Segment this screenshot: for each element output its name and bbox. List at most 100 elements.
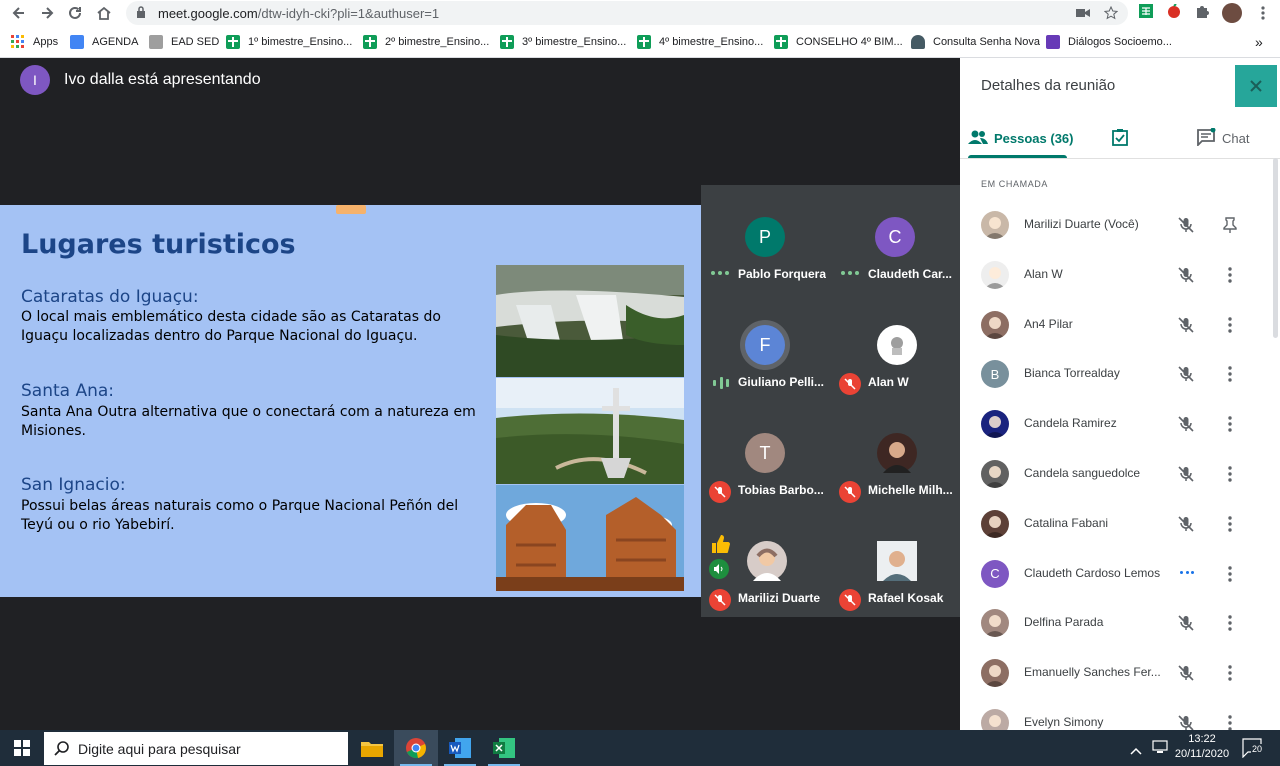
participant-tile[interactable]: Michelle Milh... bbox=[831, 401, 961, 509]
participant-tile[interactable]: C Claudeth Car... bbox=[831, 185, 961, 293]
mic-off-icon bbox=[1176, 364, 1196, 384]
tomato-extension-icon[interactable] bbox=[1167, 3, 1185, 22]
classroom-icon bbox=[637, 35, 651, 49]
participant-name: Delfina Parada bbox=[1024, 615, 1104, 630]
participant-tile[interactable]: Alan W bbox=[831, 293, 961, 401]
address-bar[interactable]: meet.google.com/dtw-idyh-cki?pli=1&authu… bbox=[126, 1, 1128, 25]
participant-tile[interactable]: F Giuliano Pelli... bbox=[701, 293, 831, 401]
participant-avatar bbox=[981, 659, 1009, 688]
bookmark-label: 2º bimestre_Ensino... bbox=[385, 36, 490, 48]
more-options-icon[interactable] bbox=[1220, 564, 1240, 584]
tab-activities[interactable] bbox=[1111, 118, 1129, 158]
reload-icon[interactable] bbox=[64, 2, 86, 24]
bookmark-apps[interactable]: Apps bbox=[11, 33, 58, 51]
search-placeholder: Digite aqui para pesquisar bbox=[78, 740, 241, 757]
participant-tile[interactable]: T Tobias Barbo... bbox=[701, 401, 831, 509]
back-arrow-icon[interactable] bbox=[8, 2, 30, 24]
camera-icon[interactable] bbox=[1074, 4, 1092, 22]
search-icon bbox=[54, 740, 70, 759]
tab-chat[interactable]: Chat bbox=[1196, 118, 1249, 158]
more-options-icon[interactable] bbox=[1220, 414, 1240, 434]
chrome-taskbar-icon[interactable] bbox=[394, 730, 438, 766]
pin-icon[interactable] bbox=[1220, 215, 1240, 235]
bookmark-consulta-senha[interactable]: Consulta Senha Nova bbox=[911, 33, 1040, 51]
tray-chevron-icon[interactable] bbox=[1130, 742, 1144, 755]
page-icon bbox=[149, 35, 163, 49]
mic-off-icon bbox=[839, 373, 861, 395]
url-host: meet.google.com bbox=[158, 5, 258, 21]
participant-tiles: P Pablo Forquera C Claudeth Car... F Giu… bbox=[701, 185, 960, 617]
speaker-icon bbox=[709, 559, 729, 579]
participant-tile[interactable]: P Pablo Forquera bbox=[701, 185, 831, 293]
participant-avatar bbox=[981, 460, 1009, 488]
waterfall-image bbox=[496, 265, 684, 377]
ruins-image bbox=[496, 485, 684, 591]
taskbar-search-input[interactable]: Digite aqui para pesquisar bbox=[44, 732, 348, 765]
participant-name: Catalina Fabani bbox=[1024, 515, 1109, 530]
bookmark-dialogos[interactable]: Diálogos Socioemo... bbox=[1046, 33, 1172, 51]
participant-avatar bbox=[981, 609, 1009, 638]
notification-center-icon[interactable]: 20 bbox=[1242, 738, 1266, 759]
bookmark-agenda[interactable]: AGENDA bbox=[70, 33, 138, 51]
slide-extension-badge bbox=[336, 205, 366, 214]
home-icon[interactable] bbox=[93, 2, 115, 24]
participant-name: Michelle Milh... bbox=[868, 483, 953, 497]
mic-off-icon bbox=[1176, 315, 1196, 335]
word-icon[interactable] bbox=[438, 730, 482, 766]
more-options-icon[interactable] bbox=[1220, 315, 1240, 335]
participant-name: Claudeth Car... bbox=[868, 267, 953, 281]
sheets-extension-icon[interactable] bbox=[1139, 4, 1157, 22]
bookmark-3-bimestre[interactable]: 3º bimestre_Ensino... bbox=[500, 33, 626, 51]
close-icon[interactable] bbox=[1235, 65, 1277, 107]
participant-row[interactable]: B Bianca Torrealday bbox=[960, 349, 1270, 399]
network-icon[interactable] bbox=[1152, 740, 1168, 756]
more-options-icon[interactable] bbox=[1220, 364, 1240, 384]
bookmark-1-bimestre[interactable]: 1º bimestre_Ensino... bbox=[226, 33, 352, 51]
bookmark-conselho[interactable]: CONSELHO 4º BIM... bbox=[774, 33, 903, 51]
more-options-icon[interactable] bbox=[1220, 464, 1240, 484]
kebab-menu-icon[interactable] bbox=[1254, 4, 1272, 22]
taskbar-clock[interactable]: 13:22 20/11/2020 bbox=[1172, 732, 1232, 762]
participant-row[interactable]: Candela sanguedolce bbox=[960, 449, 1270, 499]
windows-start-icon[interactable] bbox=[0, 730, 44, 766]
participant-row[interactable]: C Claudeth Cardoso Lemos bbox=[960, 549, 1270, 599]
participant-avatar: C bbox=[875, 217, 915, 257]
file-explorer-icon[interactable] bbox=[350, 730, 394, 766]
bookmark-star-icon[interactable] bbox=[1102, 4, 1120, 22]
participant-row[interactable]: Catalina Fabani bbox=[960, 499, 1270, 549]
profile-avatar[interactable] bbox=[1222, 3, 1242, 23]
url-path: /dtw-idyh-cki?pli=1&authuser=1 bbox=[257, 5, 440, 21]
bookmark-4-bimestre[interactable]: 4º bimestre_Ensino... bbox=[637, 33, 763, 51]
participant-row[interactable]: Delfina Parada bbox=[960, 598, 1270, 648]
bookmark-label: Diálogos Socioemo... bbox=[1068, 36, 1172, 48]
forward-arrow-icon[interactable] bbox=[36, 2, 58, 24]
notification-count: 20 bbox=[1251, 744, 1264, 754]
participant-row[interactable]: An4 Pilar bbox=[960, 300, 1270, 350]
participant-name: Bianca Torrealday bbox=[1024, 366, 1120, 381]
participant-row[interactable]: Marilizi Duarte (Você) bbox=[960, 200, 1270, 250]
excel-icon[interactable] bbox=[482, 730, 526, 766]
more-options-icon[interactable] bbox=[1220, 663, 1240, 683]
more-options-icon[interactable] bbox=[1220, 613, 1240, 633]
section-label: EM CHAMADA bbox=[981, 179, 1049, 189]
participant-avatar bbox=[981, 410, 1009, 439]
bookmark-2-bimestre[interactable]: 2º bimestre_Ensino... bbox=[363, 33, 489, 51]
talking-dots-icon bbox=[1180, 570, 1194, 575]
extensions-puzzle-icon[interactable] bbox=[1195, 4, 1213, 22]
participant-avatar bbox=[981, 509, 1009, 538]
more-options-icon[interactable] bbox=[1220, 514, 1240, 534]
participant-row[interactable]: Candela Ramirez bbox=[960, 399, 1270, 449]
slide-title: Lugares turisticos bbox=[21, 229, 296, 260]
cross-monument-image bbox=[496, 378, 684, 484]
participant-row[interactable]: Alan W bbox=[960, 250, 1270, 300]
participant-photo-avatar bbox=[747, 541, 787, 581]
participant-row[interactable]: Emanuelly Sanches Fer... bbox=[960, 648, 1270, 698]
more-bookmarks-chevron-icon[interactable]: » bbox=[1255, 33, 1263, 51]
tab-people[interactable]: Pessoas (36) bbox=[968, 118, 1074, 158]
panel-scrollbar[interactable] bbox=[1273, 158, 1278, 338]
more-options-icon[interactable] bbox=[1220, 265, 1240, 285]
clock-date: 20/11/2020 bbox=[1174, 748, 1230, 760]
bookmark-ead-sed[interactable]: EAD SED bbox=[149, 33, 219, 51]
participant-tile[interactable]: Rafael Kosak bbox=[831, 509, 961, 617]
participant-tile[interactable]: Marilizi Duarte bbox=[701, 509, 831, 617]
